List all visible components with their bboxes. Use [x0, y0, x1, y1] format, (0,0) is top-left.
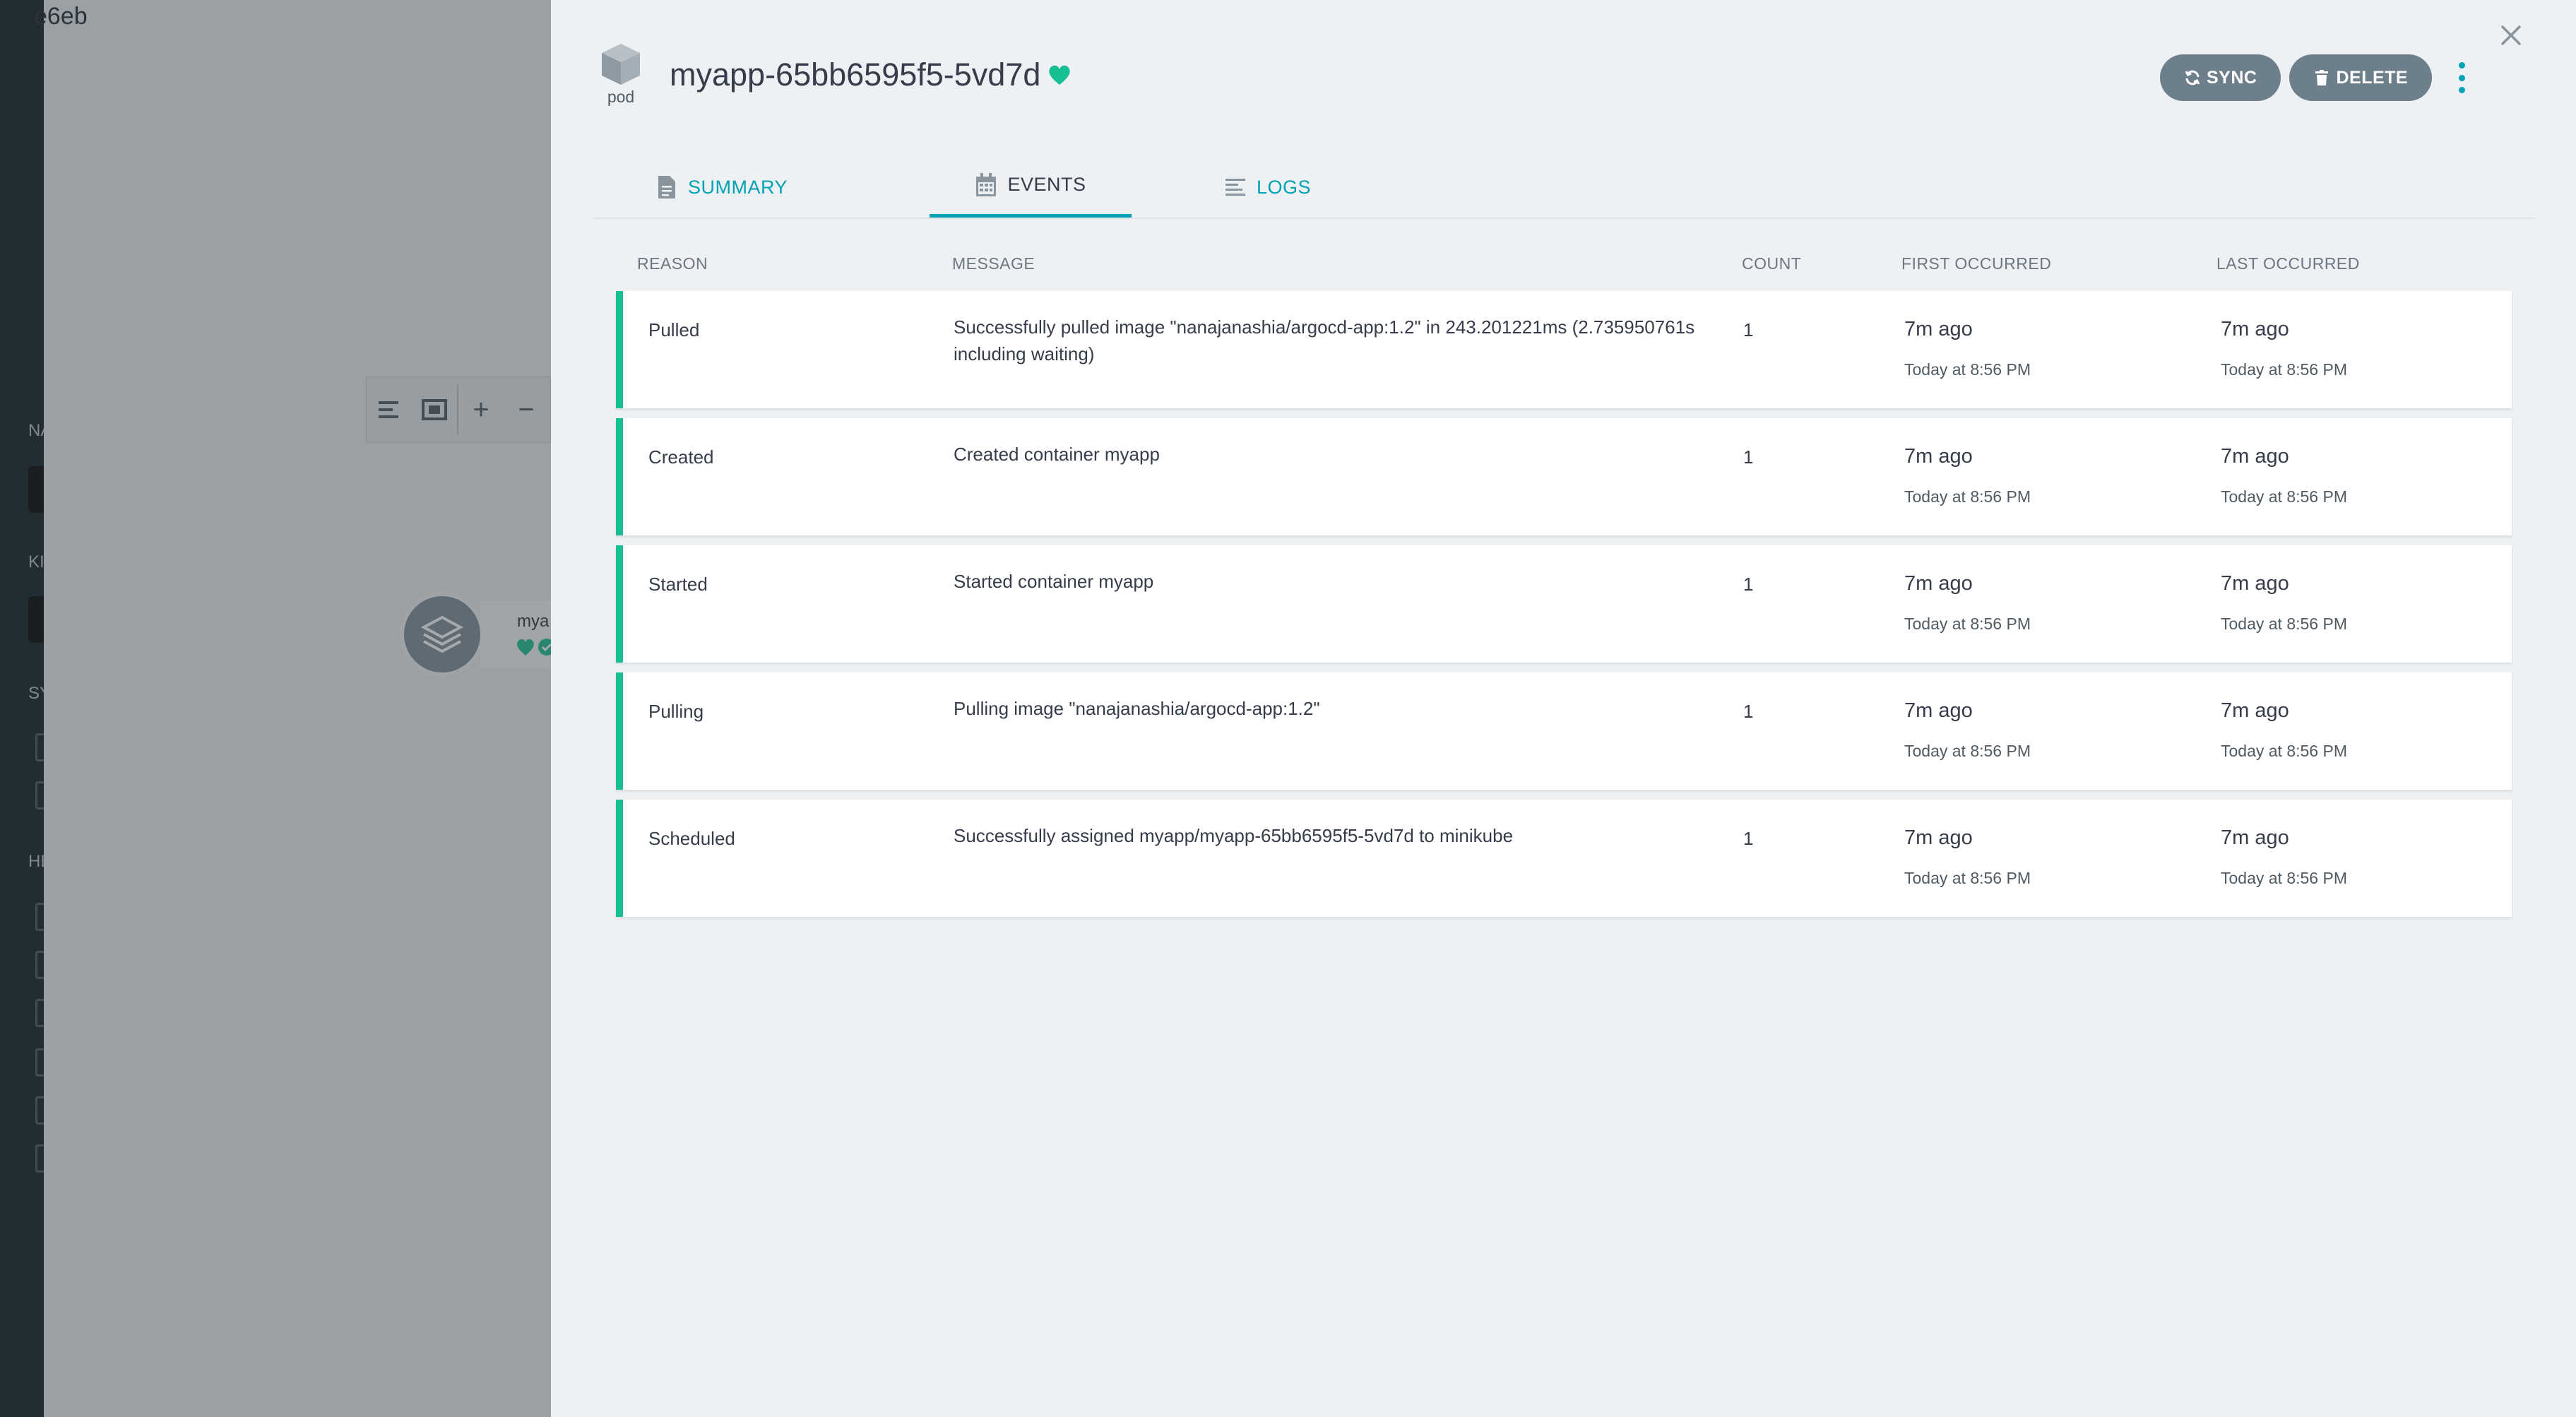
event-first-occurred: 7m ago — [1904, 572, 1973, 595]
tab-events-label: EVENTS — [1007, 174, 1086, 195]
column-header-message: MESSAGE — [952, 254, 1035, 273]
event-message: Pulling image "nanajanashia/argocd-app:1… — [954, 698, 1320, 719]
event-first-occurred: 7m ago — [1904, 699, 1973, 722]
event-reason: Scheduled — [648, 828, 735, 849]
delete-button[interactable]: DELETE — [2289, 54, 2433, 101]
event-first-occurred: 7m ago — [1904, 445, 1973, 468]
health-heart-icon — [1049, 65, 1071, 85]
event-last-occurred-time: Today at 8:56 PM — [2221, 742, 2347, 760]
tab-logs[interactable]: LOGS — [1224, 155, 1311, 219]
resource-kind-label: pod — [607, 88, 635, 106]
event-first-occurred-time: Today at 8:56 PM — [1904, 360, 2031, 379]
resource-details-panel: pod myapp-65bb6595f5-5vd7d SYNC DELETE S… — [551, 0, 2576, 1417]
event-reason: Pulling — [648, 701, 704, 722]
event-first-occurred: 7m ago — [1904, 826, 1973, 849]
resource-kind: pod — [598, 42, 644, 107]
column-header-reason: REASON — [637, 254, 708, 273]
event-count: 1 — [1743, 574, 1754, 595]
sync-icon — [2185, 70, 2200, 85]
tab-summary[interactable]: SUMMARY — [655, 155, 788, 219]
event-first-occurred-time: Today at 8:56 PM — [1904, 869, 2031, 887]
event-last-occurred-time: Today at 8:56 PM — [2221, 360, 2347, 379]
panel-tabs: SUMMARY EVENTS LOGS — [593, 155, 2536, 219]
tab-summary-label: SUMMARY — [688, 176, 788, 198]
trash-icon — [2315, 70, 2329, 85]
event-row: Created Created container myapp 1 7m ago… — [616, 418, 2512, 535]
event-message: Successfully pulled image "nanajanashia/… — [954, 316, 1695, 364]
more-options-icon[interactable] — [2455, 62, 2469, 93]
column-header-first-occurred: FIRST OCCURRED — [1901, 254, 2052, 273]
event-last-occurred: 7m ago — [2221, 318, 2289, 340]
event-message: Successfully assigned myapp/myapp-65bb65… — [954, 825, 1514, 846]
document-icon — [658, 176, 675, 198]
event-count: 1 — [1743, 828, 1754, 849]
modal-backdrop[interactable] — [0, 0, 551, 1417]
event-first-occurred: 7m ago — [1904, 318, 1973, 340]
event-reason: Pulled — [648, 319, 700, 340]
event-first-occurred-time: Today at 8:56 PM — [1904, 487, 2031, 506]
calendar-icon — [976, 172, 997, 196]
event-first-occurred-time: Today at 8:56 PM — [1904, 615, 2031, 633]
event-count: 1 — [1743, 701, 1754, 722]
column-header-count: COUNT — [1742, 254, 1802, 273]
panel-header: pod myapp-65bb6595f5-5vd7d — [598, 42, 1072, 107]
event-last-occurred-time: Today at 8:56 PM — [2221, 615, 2347, 633]
event-reason: Started — [648, 574, 708, 595]
event-count: 1 — [1743, 319, 1754, 340]
event-message: Started container myapp — [954, 571, 1154, 592]
event-last-occurred: 7m ago — [2221, 572, 2289, 595]
tab-logs-label: LOGS — [1257, 176, 1312, 198]
event-message: Created container myapp — [954, 444, 1160, 465]
lines-icon — [1225, 179, 1245, 196]
event-row: Started Started container myapp 1 7m ago… — [616, 545, 2512, 663]
event-last-occurred-time: Today at 8:56 PM — [2221, 869, 2347, 887]
panel-actions: SYNC DELETE — [2160, 54, 2469, 101]
event-row: Pulling Pulling image "nanajanashia/argo… — [616, 672, 2512, 790]
event-count: 1 — [1743, 446, 1754, 468]
delete-button-label: DELETE — [2336, 67, 2409, 88]
event-row: Pulled Successfully pulled image "nanaja… — [616, 291, 2512, 408]
event-last-occurred: 7m ago — [2221, 445, 2289, 468]
event-reason: Created — [648, 446, 714, 468]
cube-icon — [602, 44, 640, 85]
tab-events[interactable]: EVENTS — [930, 155, 1132, 218]
event-last-occurred: 7m ago — [2221, 826, 2289, 849]
event-row: Scheduled Successfully assigned myapp/my… — [616, 800, 2512, 917]
app-revision-hash: e6eb — [34, 3, 88, 30]
event-last-occurred: 7m ago — [2221, 699, 2289, 722]
close-icon[interactable] — [2497, 21, 2525, 49]
resource-title: myapp-65bb6595f5-5vd7d — [670, 57, 1072, 93]
sync-button[interactable]: SYNC — [2160, 54, 2281, 101]
event-last-occurred-time: Today at 8:56 PM — [2221, 487, 2347, 506]
resource-name: myapp-65bb6595f5-5vd7d — [670, 57, 1041, 93]
sync-button-label: SYNC — [2207, 67, 2257, 88]
column-header-last-occurred: LAST OCCURRED — [2216, 254, 2360, 273]
event-first-occurred-time: Today at 8:56 PM — [1904, 742, 2031, 760]
